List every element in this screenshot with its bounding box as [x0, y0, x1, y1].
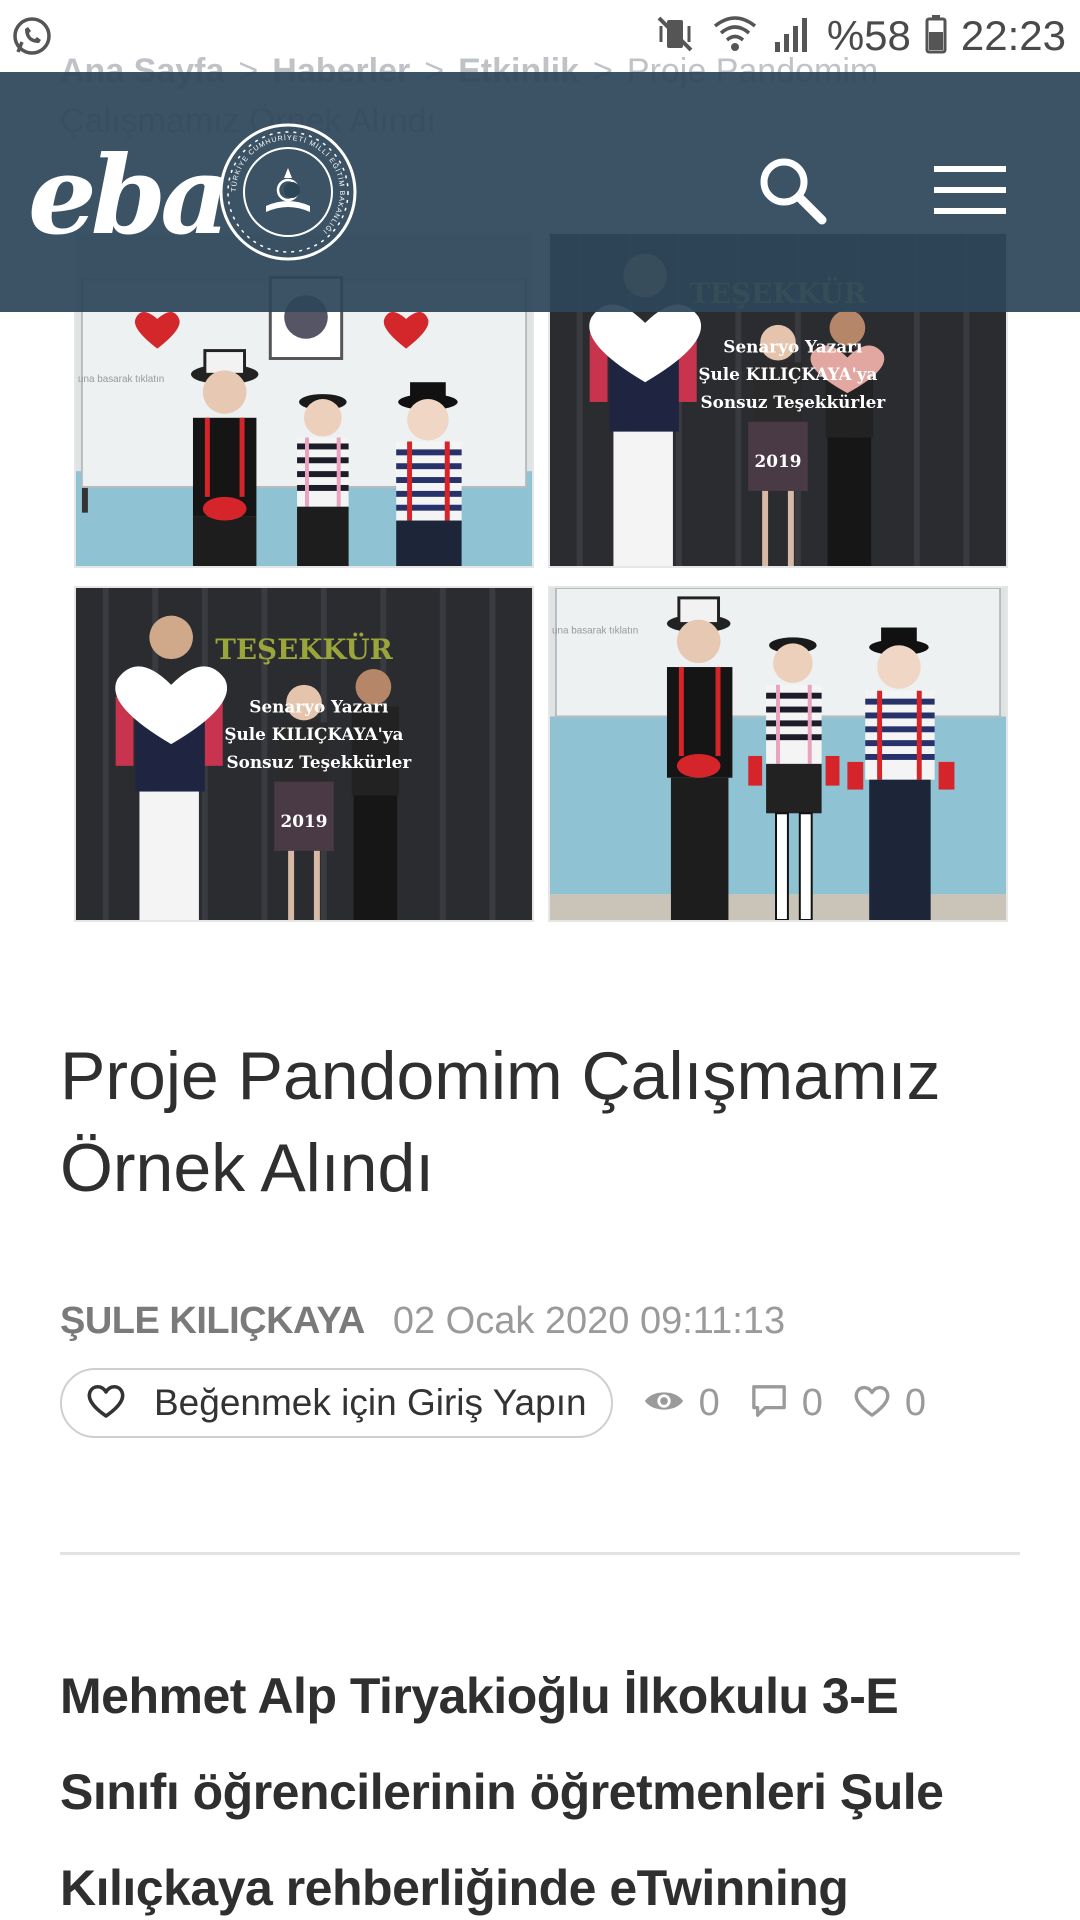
slide-line-3: Sonsuz Teşekkürler	[701, 392, 887, 412]
heart-icon	[853, 1384, 891, 1423]
like-login-button[interactable]: Beğenmek için Giriş Yapın	[60, 1368, 613, 1438]
views-count: 0	[698, 1381, 720, 1424]
slide-line-1: Senaryo Yazarı	[723, 337, 862, 357]
search-icon[interactable]	[754, 152, 830, 228]
gallery-photo-3[interactable]: TEŞEKKÜR Senaryo Yazarı Şule KILIÇKAYA'y…	[74, 586, 534, 922]
likes-count: 0	[904, 1381, 926, 1424]
article-date: 02 Ocak 2020 09:11:13	[392, 1299, 786, 1342]
article-author[interactable]: ŞULE KILIÇKAYA	[60, 1300, 365, 1343]
slide-year: 2019	[755, 451, 802, 471]
comment-icon	[750, 1383, 788, 1424]
heart-outline-icon	[86, 1383, 126, 1424]
comments-count: 0	[801, 1381, 823, 1424]
slide-line-2: Şule KILIÇKAYA'ya	[698, 364, 877, 384]
top-navigation-bar: eba TÜRKİYE CUMHURİYETİ MİLLİ EĞİTİM BAK…	[0, 72, 1080, 312]
photo-gallery: una basarak tıklatın Senaryo Yazarı Şule…	[74, 232, 1008, 924]
article-actions: Beğenmek için Giriş Yapın 0 0 0	[60, 1368, 1020, 1438]
whatsapp-icon	[10, 14, 54, 58]
slide-line-3: Sonsuz Teşekkürler	[227, 752, 413, 772]
eye-icon	[643, 1386, 685, 1421]
like-login-label: Beğenmek için Giriş Yapın	[154, 1382, 587, 1423]
slide-title: TEŞEKKÜR	[215, 632, 393, 666]
divider	[60, 1552, 1020, 1555]
comments-stat: 0	[750, 1382, 823, 1425]
ministry-seal-logo: TÜRKİYE CUMHURİYETİ MİLLİ EĞİTİM BAKANLI…	[218, 122, 358, 262]
article-body: Mehmet Alp Tiryakioğlu İlkokulu 3-E Sını…	[60, 1668, 944, 1916]
board-caption: una basarak tıklatın	[552, 625, 638, 636]
gallery-photo-4[interactable]: una basarak tıklatın	[548, 586, 1008, 922]
eba-logo[interactable]: eba	[28, 142, 230, 250]
slide-line-2: Şule KILIÇKAYA'ya	[224, 724, 403, 744]
likes-stat: 0	[853, 1382, 926, 1425]
article-meta: ŞULE KILIÇKAYA 02 Ocak 2020 09:11:13	[60, 1296, 1020, 1346]
article-title: Proje Pandomim Çalışmamız Örnek Alındı	[60, 1038, 941, 1206]
hamburger-menu-icon[interactable]	[932, 160, 1008, 220]
slide-line-1: Senaryo Yazarı	[249, 697, 388, 717]
views-stat: 0	[643, 1382, 720, 1425]
slide-year: 2019	[281, 811, 328, 831]
board-caption: una basarak tıklatın	[78, 374, 164, 385]
